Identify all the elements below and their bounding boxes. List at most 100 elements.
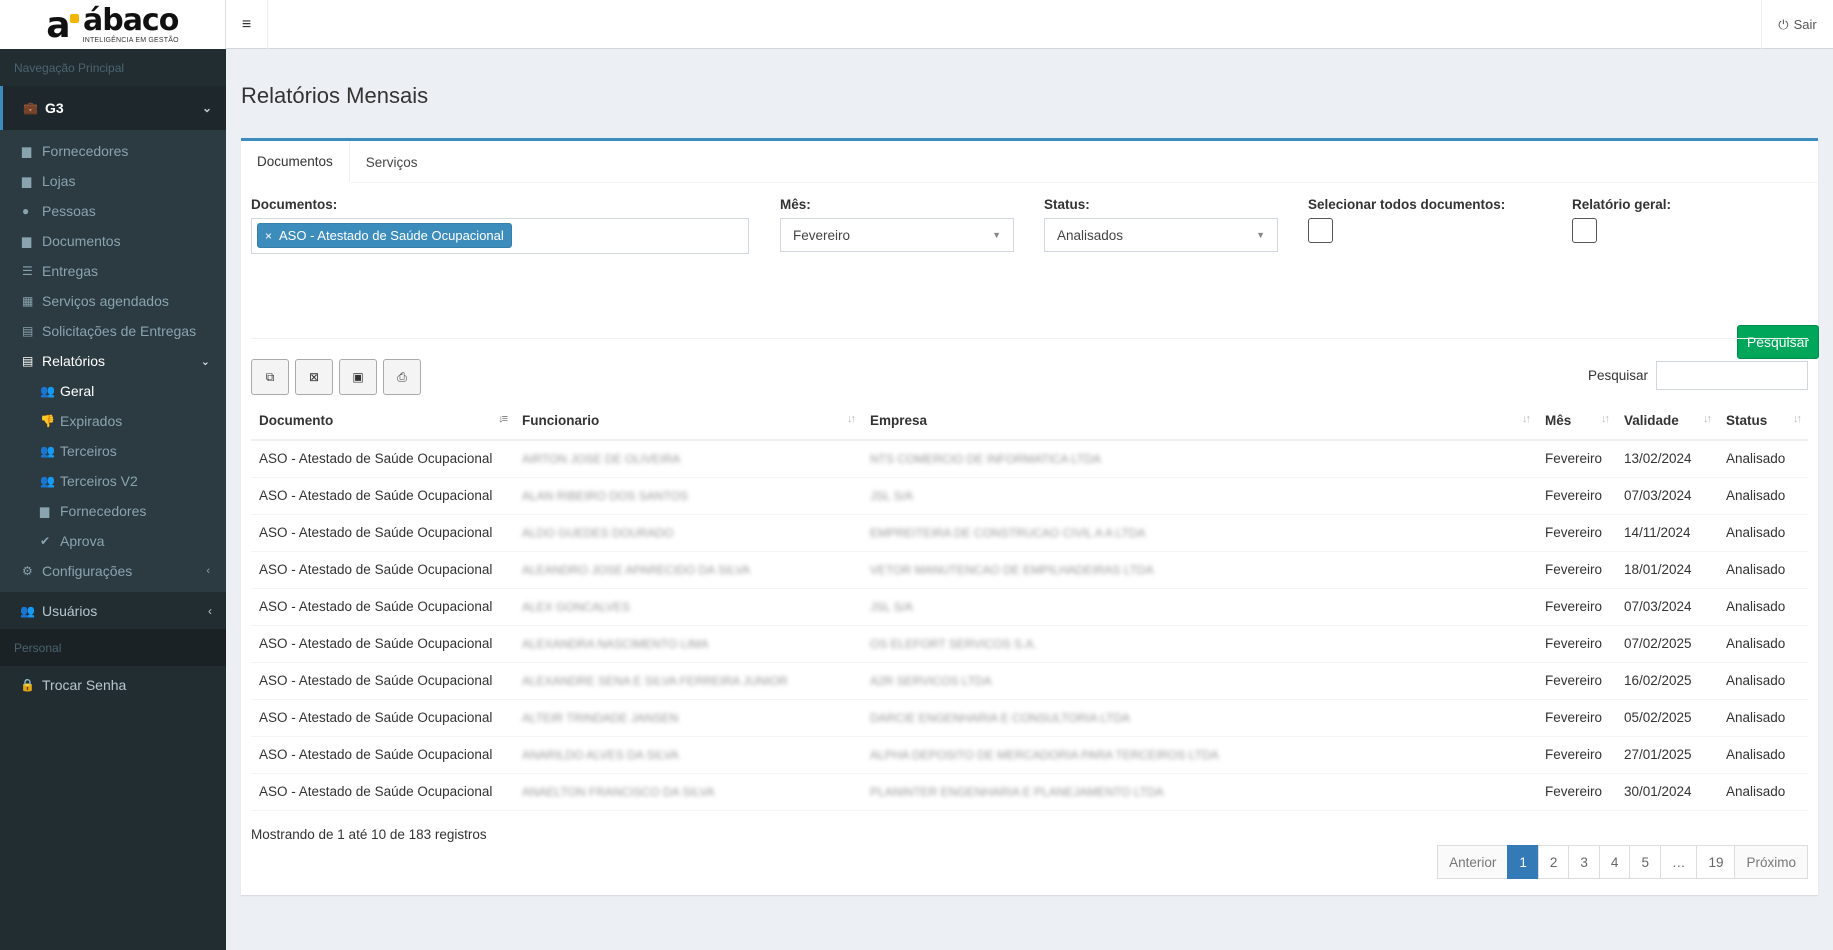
sidebar-item-geral[interactable]: 👥 Geral <box>0 376 226 406</box>
sidebar-item-relatorios[interactable]: ▤ Relatórios ⌄ <box>0 346 226 376</box>
table-cell: 05/02/2025 <box>1616 699 1718 737</box>
relatorio-geral-checkbox[interactable] <box>1572 218 1597 243</box>
pagination-page-button[interactable]: 3 <box>1568 845 1600 879</box>
sidebar-item-terceiros[interactable]: 👥 Terceiros <box>0 436 226 466</box>
tab-servicos[interactable]: Serviços <box>350 141 434 183</box>
documentos-multiselect[interactable]: × ASO - Atestado de Saúde Ocupacional <box>251 218 749 254</box>
pagination-page-button[interactable]: 5 <box>1629 845 1661 879</box>
logout-button[interactable]: ⏻ Sair <box>1761 0 1833 49</box>
caret-down-icon: ▼ <box>1256 230 1265 240</box>
remove-tag-icon[interactable]: × <box>265 229 272 243</box>
table-cell: AIRTON JOSE DE OLIVEIRA <box>514 440 862 478</box>
pagination-page-button[interactable]: 4 <box>1598 845 1631 879</box>
table-row[interactable]: ASO - Atestado de Saúde Ocupacional ALEX … <box>251 588 1808 626</box>
table-cell: Fevereiro <box>1537 736 1616 774</box>
table-cell: 13/02/2024 <box>1616 440 1718 478</box>
col-mes[interactable]: Mês ↓↑ <box>1537 401 1616 441</box>
sort-icon: ↓↑ <box>1703 413 1712 425</box>
divider <box>251 338 1808 339</box>
table-cell: A2R SERVICOS LTDA <box>862 662 1537 700</box>
sidebar-item-entregas[interactable]: ☰ Entregas <box>0 256 226 286</box>
table-cell: Fevereiro <box>1537 514 1616 552</box>
print-icon[interactable]: ⎙ <box>383 359 421 395</box>
table-cell: Analisado <box>1718 551 1808 589</box>
sidebar-item-lojas[interactable]: ▆ Lojas <box>0 166 226 196</box>
table-cell: 18/01/2024 <box>1616 551 1718 589</box>
excel-icon[interactable]: ⊠ <box>295 359 333 395</box>
sidebar-item-pessoas[interactable]: ● Pessoas <box>0 196 226 226</box>
status-select[interactable]: Analisados ▼ <box>1044 218 1278 252</box>
sort-icon: ↓↑ <box>1522 413 1531 425</box>
pagination-next-button[interactable]: Próximo <box>1734 845 1808 879</box>
table-cell: Fevereiro <box>1537 588 1616 626</box>
pagination-page-button[interactable]: 19 <box>1696 845 1736 879</box>
logo[interactable]: a ábaco INTELIGÊNCIA EM GESTÃO <box>0 0 226 49</box>
sidebar-group-g3[interactable]: 💼 G3 ⌄ <box>0 86 226 130</box>
sidebar-item-configuracoes[interactable]: ⚙ Configurações ‹ <box>0 556 226 586</box>
table-cell: ANAELTON FRANCISCO DA SILVA <box>514 773 862 811</box>
table-search-label: Pesquisar <box>1587 368 1648 383</box>
table-row[interactable]: ASO - Atestado de Saúde Ocupacional ANARI… <box>251 736 1808 774</box>
table-cell: Fevereiro <box>1537 662 1616 700</box>
pagination-page-button[interactable]: 2 <box>1537 845 1570 879</box>
table-info: Mostrando de 1 até 10 de 183 registros <box>251 827 487 842</box>
menu-toggle-icon[interactable]: ≡ <box>226 0 268 49</box>
sidebar-item-expirados[interactable]: 👎 Expirados <box>0 406 226 436</box>
table-row[interactable]: ASO - Atestado de Saúde Ocupacional ALAN … <box>251 477 1808 515</box>
check-icon: ✔ <box>40 534 51 548</box>
mes-label: Mês: <box>780 197 811 212</box>
pagination-page-button[interactable]: … <box>1659 845 1698 879</box>
col-funcionario[interactable]: Funcionario ↓↑ <box>514 401 862 441</box>
table-cell: JSL S/A <box>862 477 1537 515</box>
table-cell: 16/02/2025 <box>1616 662 1718 700</box>
table-row[interactable]: ASO - Atestado de Saúde Ocupacional ALEXA… <box>251 662 1808 700</box>
table-search-input[interactable] <box>1656 361 1808 390</box>
col-validade[interactable]: Validade ↓↑ <box>1616 401 1718 441</box>
pagination-page-button[interactable]: 1 <box>1507 845 1539 879</box>
sidebar-item-aprova[interactable]: ✔ Aprova <box>0 526 226 556</box>
pesquisar-button[interactable]: Pesquisar <box>1737 325 1819 359</box>
table-cell: Analisado <box>1718 477 1808 515</box>
table-row[interactable]: ASO - Atestado de Saúde Ocupacional ALTEI… <box>251 699 1808 737</box>
sidebar-item-terceiros-v2[interactable]: 👥 Terceiros V2 <box>0 466 226 496</box>
sidebar-submenu: ▆ Fornecedores ▆ Lojas ● Pessoas ▆ Documento… <box>0 130 226 592</box>
table-row[interactable]: ASO - Atestado de Saúde Ocupacional ALEXA… <box>251 625 1808 663</box>
sidebar-item-servicos-agendados[interactable]: ▦ Serviços agendados <box>0 286 226 316</box>
sidebar-item-documentos[interactable]: ▆ Documentos <box>0 226 226 256</box>
table-cell: 07/02/2025 <box>1616 625 1718 663</box>
sidebar-item-relatorio-fornecedores[interactable]: ▆ Fornecedores <box>0 496 226 526</box>
table-cell: 07/03/2024 <box>1616 477 1718 515</box>
pagination: Anterior 1 2 3 4 5… 19 Próximo <box>1437 845 1808 879</box>
table-row[interactable]: ASO - Atestado de Saúde Ocupacional AIRTO… <box>251 440 1808 478</box>
sidebar-item-fornecedores[interactable]: ▆ Fornecedores <box>0 136 226 166</box>
copy-icon[interactable]: ⧉ <box>251 359 289 395</box>
tab-documentos[interactable]: Documentos <box>241 141 350 183</box>
col-status[interactable]: Status ↓↑ <box>1718 401 1808 441</box>
table-cell: ASO - Atestado de Saúde Ocupacional <box>251 699 514 737</box>
table-cell: Analisado <box>1718 514 1808 552</box>
col-documento[interactable]: Documento ↓≡ <box>251 401 514 441</box>
sidebar-item-usuarios[interactable]: 👥 Usuários ‹ <box>0 592 226 629</box>
table-cell: ASO - Atestado de Saúde Ocupacional <box>251 662 514 700</box>
table-cell: ALEX GONCALVES <box>514 588 862 626</box>
relatorio-geral-label: Relatório geral: <box>1572 197 1672 212</box>
table-cell: JSL S/A <box>862 588 1537 626</box>
table-cell: PLANINTER ENGENHARIA E PLANEJAMENTO LTDA <box>862 773 1537 811</box>
mes-select[interactable]: Fevereiro ▼ <box>780 218 1014 252</box>
pdf-icon[interactable]: ▣ <box>339 359 377 395</box>
table-cell: ALTEIR TRINDADE JANSEN <box>514 699 862 737</box>
user-icon: ● <box>22 204 30 218</box>
table-cell: Analisado <box>1718 699 1808 737</box>
pagination-prev-button[interactable]: Anterior <box>1437 845 1509 879</box>
table-row[interactable]: ASO - Atestado de Saúde Ocupacional ANAEL… <box>251 773 1808 811</box>
table-row[interactable]: ASO - Atestado de Saúde Ocupacional ALDO … <box>251 514 1808 552</box>
table-cell: Analisado <box>1718 773 1808 811</box>
sidebar-item-solicitacoes-entregas[interactable]: ▤ Solicitações de Entregas <box>0 316 226 346</box>
users-icon: 👥 <box>40 474 55 488</box>
table-cell: Analisado <box>1718 736 1808 774</box>
col-empresa[interactable]: Empresa ↓↑ <box>862 401 1537 441</box>
book-icon: ▆ <box>22 174 32 188</box>
table-row[interactable]: ASO - Atestado de Saúde Ocupacional ALEAN… <box>251 551 1808 589</box>
selecionar-todos-checkbox[interactable] <box>1308 218 1333 243</box>
sidebar-item-trocar-senha[interactable]: 🔒 Trocar Senha <box>0 666 226 703</box>
